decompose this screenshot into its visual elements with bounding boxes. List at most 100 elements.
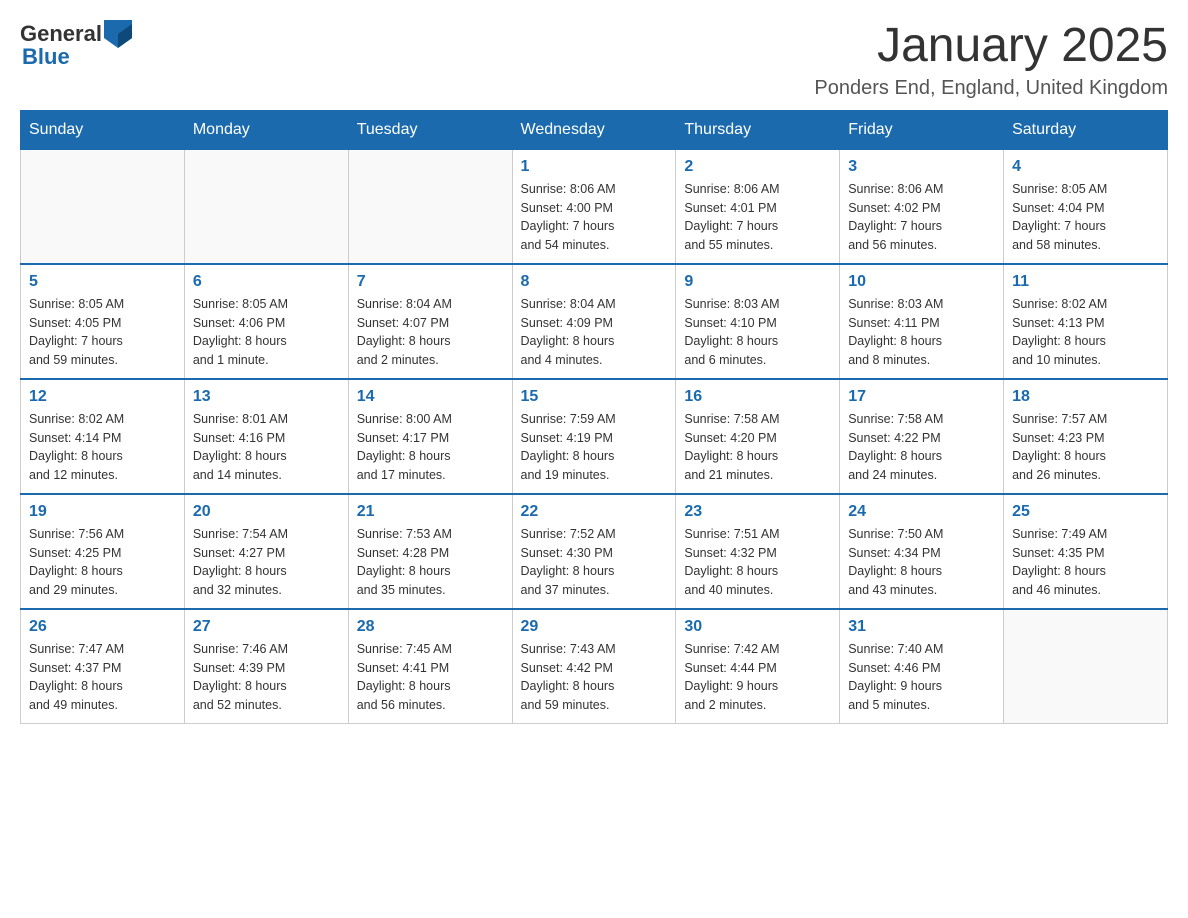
day-number: 13 bbox=[193, 388, 340, 406]
calendar-week-row: 5Sunrise: 8:05 AM Sunset: 4:05 PM Daylig… bbox=[21, 264, 1168, 379]
day-number: 5 bbox=[29, 273, 176, 291]
day-number: 11 bbox=[1012, 273, 1159, 291]
calendar-cell: 9 Sunrise: 8:03 AM Sunset: 4:10 PM Daylig… bbox=[676, 264, 840, 379]
calendar-cell: 5Sunrise: 8:05 AM Sunset: 4:05 PM Daylig… bbox=[21, 264, 185, 379]
calendar-header-row: SundayMondayTuesdayWednesdayThursdayFrid… bbox=[21, 110, 1168, 149]
day-info: Sunrise: 8:06 AM Sunset: 4:02 PM Dayligh… bbox=[848, 180, 995, 255]
calendar-cell: 23Sunrise: 7:51 AM Sunset: 4:32 PM Dayli… bbox=[676, 494, 840, 609]
calendar-cell bbox=[21, 149, 185, 264]
day-info: Sunrise: 7:53 AM Sunset: 4:28 PM Dayligh… bbox=[357, 525, 504, 600]
calendar-cell bbox=[1004, 609, 1168, 724]
day-info: Sunrise: 7:49 AM Sunset: 4:35 PM Dayligh… bbox=[1012, 525, 1159, 600]
weekday-header-monday: Monday bbox=[184, 110, 348, 149]
day-number: 3 bbox=[848, 158, 995, 176]
day-info: Sunrise: 7:50 AM Sunset: 4:34 PM Dayligh… bbox=[848, 525, 995, 600]
calendar-cell: 15 Sunrise: 7:59 AM Sunset: 4:19 PM Dayli… bbox=[512, 379, 676, 494]
day-number: 19 bbox=[29, 503, 176, 521]
calendar-week-row: 26 Sunrise: 7:47 AM Sunset: 4:37 PM Dayli… bbox=[21, 609, 1168, 724]
day-number: 31 bbox=[848, 618, 995, 636]
month-title: January 2025 bbox=[814, 20, 1168, 73]
calendar-cell: 28 Sunrise: 7:45 AM Sunset: 4:41 PM Dayli… bbox=[348, 609, 512, 724]
day-info: Sunrise: 8:03 AM Sunset: 4:10 PM Dayligh… bbox=[684, 295, 831, 370]
day-info: Sunrise: 7:42 AM Sunset: 4:44 PM Dayligh… bbox=[684, 640, 831, 715]
calendar-cell: 6 Sunrise: 8:05 AM Sunset: 4:06 PM Daylig… bbox=[184, 264, 348, 379]
day-number: 16 bbox=[684, 388, 831, 406]
day-number: 20 bbox=[193, 503, 340, 521]
calendar-cell: 29 Sunrise: 7:43 AM Sunset: 4:42 PM Dayli… bbox=[512, 609, 676, 724]
weekday-header-saturday: Saturday bbox=[1004, 110, 1168, 149]
day-number: 23 bbox=[684, 503, 831, 521]
calendar-cell bbox=[348, 149, 512, 264]
weekday-header-friday: Friday bbox=[840, 110, 1004, 149]
calendar-cell: 14Sunrise: 8:00 AM Sunset: 4:17 PM Dayli… bbox=[348, 379, 512, 494]
day-number: 8 bbox=[521, 273, 668, 291]
weekday-header-wednesday: Wednesday bbox=[512, 110, 676, 149]
weekday-header-sunday: Sunday bbox=[21, 110, 185, 149]
day-info: Sunrise: 7:47 AM Sunset: 4:37 PM Dayligh… bbox=[29, 640, 176, 715]
calendar-cell: 19 Sunrise: 7:56 AM Sunset: 4:25 PM Dayli… bbox=[21, 494, 185, 609]
day-number: 15 bbox=[521, 388, 668, 406]
day-number: 4 bbox=[1012, 158, 1159, 176]
day-info: Sunrise: 8:06 AM Sunset: 4:00 PM Dayligh… bbox=[521, 180, 668, 255]
logo-icon bbox=[104, 20, 132, 48]
location: Ponders End, England, United Kingdom bbox=[814, 77, 1168, 100]
day-info: Sunrise: 8:06 AM Sunset: 4:01 PM Dayligh… bbox=[684, 180, 831, 255]
day-info: Sunrise: 7:59 AM Sunset: 4:19 PM Dayligh… bbox=[521, 410, 668, 485]
logo-blue: Blue bbox=[22, 44, 70, 70]
day-number: 28 bbox=[357, 618, 504, 636]
day-number: 25 bbox=[1012, 503, 1159, 521]
calendar-cell: 25 Sunrise: 7:49 AM Sunset: 4:35 PM Dayli… bbox=[1004, 494, 1168, 609]
day-info: Sunrise: 7:56 AM Sunset: 4:25 PM Dayligh… bbox=[29, 525, 176, 600]
calendar-cell: 12Sunrise: 8:02 AM Sunset: 4:14 PM Dayli… bbox=[21, 379, 185, 494]
day-info: Sunrise: 8:05 AM Sunset: 4:04 PM Dayligh… bbox=[1012, 180, 1159, 255]
day-number: 6 bbox=[193, 273, 340, 291]
day-number: 18 bbox=[1012, 388, 1159, 406]
calendar-cell: 10 Sunrise: 8:03 AM Sunset: 4:11 PM Dayli… bbox=[840, 264, 1004, 379]
day-info: Sunrise: 7:54 AM Sunset: 4:27 PM Dayligh… bbox=[193, 525, 340, 600]
day-info: Sunrise: 7:57 AM Sunset: 4:23 PM Dayligh… bbox=[1012, 410, 1159, 485]
day-info: Sunrise: 7:58 AM Sunset: 4:22 PM Dayligh… bbox=[848, 410, 995, 485]
calendar-cell: 31Sunrise: 7:40 AM Sunset: 4:46 PM Dayli… bbox=[840, 609, 1004, 724]
day-number: 14 bbox=[357, 388, 504, 406]
day-number: 17 bbox=[848, 388, 995, 406]
day-number: 26 bbox=[29, 618, 176, 636]
calendar-cell: 26 Sunrise: 7:47 AM Sunset: 4:37 PM Dayli… bbox=[21, 609, 185, 724]
calendar-cell: 4 Sunrise: 8:05 AM Sunset: 4:04 PM Daylig… bbox=[1004, 149, 1168, 264]
calendar-table: SundayMondayTuesdayWednesdayThursdayFrid… bbox=[20, 110, 1168, 724]
day-number: 27 bbox=[193, 618, 340, 636]
calendar-cell: 18 Sunrise: 7:57 AM Sunset: 4:23 PM Dayli… bbox=[1004, 379, 1168, 494]
day-number: 9 bbox=[684, 273, 831, 291]
day-number: 1 bbox=[521, 158, 668, 176]
day-info: Sunrise: 7:43 AM Sunset: 4:42 PM Dayligh… bbox=[521, 640, 668, 715]
page-header: General Blue January 2025 Ponders End, E… bbox=[20, 20, 1168, 100]
day-number: 24 bbox=[848, 503, 995, 521]
calendar-cell: 3 Sunrise: 8:06 AM Sunset: 4:02 PM Daylig… bbox=[840, 149, 1004, 264]
day-info: Sunrise: 8:01 AM Sunset: 4:16 PM Dayligh… bbox=[193, 410, 340, 485]
day-info: Sunrise: 8:04 AM Sunset: 4:09 PM Dayligh… bbox=[521, 295, 668, 370]
day-number: 30 bbox=[684, 618, 831, 636]
calendar-cell: 16 Sunrise: 7:58 AM Sunset: 4:20 PM Dayli… bbox=[676, 379, 840, 494]
day-number: 2 bbox=[684, 158, 831, 176]
day-number: 10 bbox=[848, 273, 995, 291]
calendar-cell: 13 Sunrise: 8:01 AM Sunset: 4:16 PM Dayli… bbox=[184, 379, 348, 494]
calendar-cell: 30 Sunrise: 7:42 AM Sunset: 4:44 PM Dayli… bbox=[676, 609, 840, 724]
weekday-header-tuesday: Tuesday bbox=[348, 110, 512, 149]
day-number: 7 bbox=[357, 273, 504, 291]
day-number: 29 bbox=[521, 618, 668, 636]
calendar-cell: 2 Sunrise: 8:06 AM Sunset: 4:01 PM Daylig… bbox=[676, 149, 840, 264]
day-info: Sunrise: 8:02 AM Sunset: 4:13 PM Dayligh… bbox=[1012, 295, 1159, 370]
calendar-cell: 8 Sunrise: 8:04 AM Sunset: 4:09 PM Daylig… bbox=[512, 264, 676, 379]
day-info: Sunrise: 8:02 AM Sunset: 4:14 PM Dayligh… bbox=[29, 410, 176, 485]
day-info: Sunrise: 8:04 AM Sunset: 4:07 PM Dayligh… bbox=[357, 295, 504, 370]
calendar-cell bbox=[184, 149, 348, 264]
logo: General Blue bbox=[20, 20, 132, 70]
day-info: Sunrise: 8:03 AM Sunset: 4:11 PM Dayligh… bbox=[848, 295, 995, 370]
calendar-cell: 17 Sunrise: 7:58 AM Sunset: 4:22 PM Dayli… bbox=[840, 379, 1004, 494]
calendar-week-row: 1 Sunrise: 8:06 AM Sunset: 4:00 PM Daylig… bbox=[21, 149, 1168, 264]
day-info: Sunrise: 7:58 AM Sunset: 4:20 PM Dayligh… bbox=[684, 410, 831, 485]
day-info: Sunrise: 7:45 AM Sunset: 4:41 PM Dayligh… bbox=[357, 640, 504, 715]
calendar-cell: 11 Sunrise: 8:02 AM Sunset: 4:13 PM Dayli… bbox=[1004, 264, 1168, 379]
day-info: Sunrise: 8:05 AM Sunset: 4:06 PM Dayligh… bbox=[193, 295, 340, 370]
title-area: January 2025 Ponders End, England, Unite… bbox=[814, 20, 1168, 100]
day-info: Sunrise: 7:46 AM Sunset: 4:39 PM Dayligh… bbox=[193, 640, 340, 715]
